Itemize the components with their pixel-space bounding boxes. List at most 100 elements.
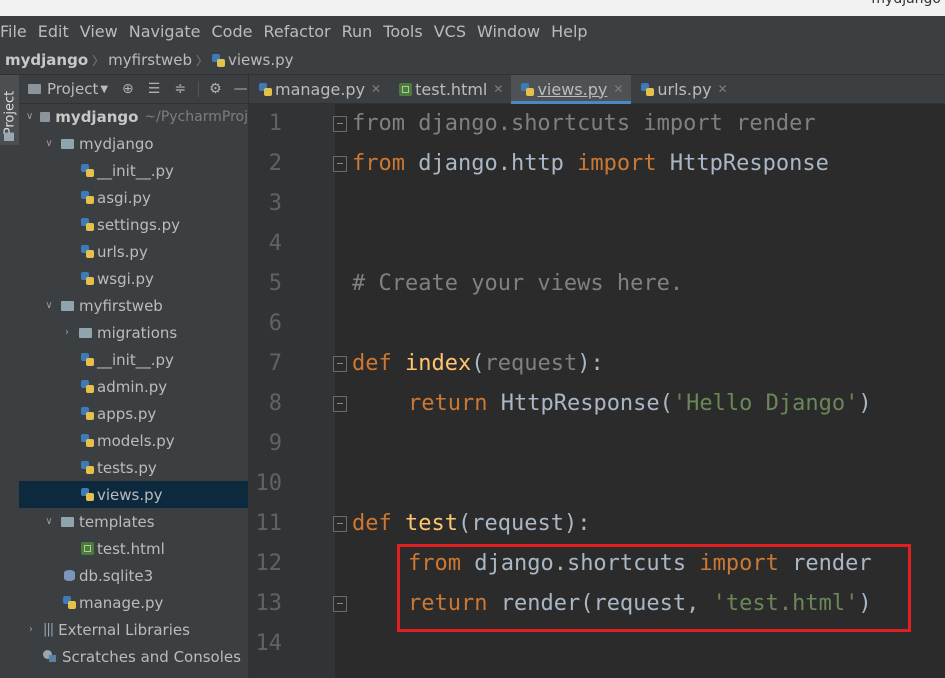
code-line: 4 (249, 224, 945, 264)
tree-folder-label: migrations (97, 323, 178, 342)
code-token: ): (577, 351, 604, 376)
code-token: def (352, 511, 392, 536)
tree-file[interactable]: urls.py (19, 238, 248, 265)
python-file-icon (81, 461, 94, 474)
menu-navigate[interactable]: Navigate (129, 22, 207, 41)
collapse-all-icon[interactable]: ≑ (174, 81, 186, 97)
tab-test-html[interactable]: test.html ✕ (389, 75, 511, 103)
breadcrumb-project[interactable]: mydjango (5, 51, 88, 69)
breadcrumb-folder[interactable]: myfirstweb (108, 51, 192, 69)
tree-file[interactable]: __init__.py (19, 346, 248, 373)
tree-file[interactable]: asgi.py (19, 184, 248, 211)
tree-root-mydjango[interactable]: ∨ mydjango ~/PycharmProj (19, 103, 248, 130)
window-titlebar: mydjango (0, 0, 945, 16)
chevron-down-icon[interactable]: ∨ (25, 111, 34, 122)
tree-folder-migrations[interactable]: › migrations (19, 319, 248, 346)
fold-icon[interactable] (333, 516, 347, 532)
folder-icon (61, 300, 74, 311)
project-view-selector[interactable]: Project (47, 80, 98, 98)
tab-manage-py[interactable]: manage.py ✕ (249, 75, 389, 103)
tab-label: views.py (537, 79, 608, 99)
tab-label: test.html (415, 79, 488, 99)
chevron-down-icon[interactable]: ∨ (43, 138, 55, 149)
code-line: 8 return HttpResponse('Hello Django') (249, 384, 945, 424)
code-token: from (352, 151, 405, 176)
code-text: def test(request): (352, 504, 590, 544)
chevron-right-icon: 〉 (195, 53, 208, 68)
code-token: HttpResponse (656, 151, 829, 176)
code-text: def index(request): (352, 344, 604, 384)
menu-view[interactable]: View (80, 22, 124, 41)
fold-icon[interactable] (333, 116, 347, 132)
tree-file[interactable]: settings.py (19, 211, 248, 238)
menu-code[interactable]: Code (212, 22, 259, 41)
fold-icon[interactable] (333, 356, 347, 372)
tree-folder-templates[interactable]: ∨ templates (19, 508, 248, 535)
html-file-icon (399, 82, 413, 96)
line-number: 13 (255, 591, 283, 616)
python-file-icon (81, 353, 94, 366)
menu-file[interactable]: File (0, 22, 33, 41)
code-editor[interactable]: 1 from django.shortcuts import render 2 … (249, 104, 945, 678)
minimize-icon[interactable]: — (234, 81, 248, 97)
tab-views-py[interactable]: views.py ✕ (511, 75, 632, 104)
tree-file[interactable]: manage.py (19, 589, 248, 616)
tree-scratches[interactable]: Scratches and Consoles (19, 643, 248, 670)
menu-refactor[interactable]: Refactor (263, 22, 336, 41)
tree-file[interactable]: admin.py (19, 373, 248, 400)
chevron-down-icon[interactable]: ∨ (43, 300, 55, 311)
tree-file[interactable]: tests.py (19, 454, 248, 481)
tree-file[interactable]: db.sqlite3 (19, 562, 248, 589)
tree-file-label: tests.py (97, 458, 157, 477)
expand-all-icon[interactable]: ☰ (148, 81, 161, 97)
fold-icon[interactable] (333, 396, 347, 412)
tree-file[interactable]: __init__.py (19, 157, 248, 184)
tree-file[interactable]: wsgi.py (19, 265, 248, 292)
line-number: 12 (255, 551, 283, 576)
menu-vcs[interactable]: VCS (434, 22, 472, 41)
tab-urls-py[interactable]: urls.py ✕ (631, 75, 735, 103)
chevron-right-icon[interactable]: › (25, 624, 37, 635)
folder-icon (79, 327, 92, 338)
breadcrumb-file[interactable]: views.py (212, 51, 294, 69)
tree-folder-myfirstweb[interactable]: ∨ myfirstweb (19, 292, 248, 319)
close-icon[interactable]: ✕ (371, 82, 381, 96)
locate-icon[interactable]: ⊕ (122, 81, 134, 97)
menu-window[interactable]: Window (477, 22, 546, 41)
code-text: return HttpResponse('Hello Django') (408, 384, 872, 424)
tree-file[interactable]: test.html (19, 535, 248, 562)
chevron-right-icon[interactable]: › (61, 327, 73, 338)
tree-file-label: admin.py (97, 377, 168, 396)
code-token: from (352, 111, 405, 136)
code-comment: # Create your views here. (352, 271, 684, 296)
menu-help[interactable]: Help (551, 22, 593, 41)
database-file-icon (63, 569, 76, 582)
close-icon[interactable]: ✕ (718, 82, 728, 96)
chevron-down-icon[interactable]: ∨ (43, 516, 55, 527)
tree-root-label: mydjango (55, 107, 139, 126)
close-icon[interactable]: ✕ (613, 82, 623, 96)
code-text: from django.shortcuts import render (352, 104, 816, 144)
chevron-down-icon[interactable]: ▼ (100, 84, 108, 95)
menu-edit[interactable]: Edit (38, 22, 75, 41)
tree-file[interactable]: apps.py (19, 400, 248, 427)
project-panel: Project ▼ ⊕ ☰ ≑ ⚙ — ∨ mydjango ~/Pycharm… (19, 75, 249, 678)
close-icon[interactable]: ✕ (493, 82, 503, 96)
python-file-icon (81, 164, 94, 177)
tree-folder-mydjango[interactable]: ∨ mydjango (19, 130, 248, 157)
scratches-icon (43, 650, 57, 663)
python-file-icon (81, 488, 94, 501)
menu-tools[interactable]: Tools (383, 22, 428, 41)
gear-icon[interactable]: ⚙ (209, 81, 222, 97)
tree-external-libraries[interactable]: › ||| External Libraries (19, 616, 248, 643)
project-tool-tab[interactable]: Project (0, 75, 19, 145)
tree-file[interactable]: models.py (19, 427, 248, 454)
tree-file-selected[interactable]: views.py (19, 481, 248, 508)
line-number: 6 (268, 311, 282, 336)
menu-run[interactable]: Run (342, 22, 379, 41)
line-number: 14 (255, 631, 283, 656)
fold-icon[interactable] (333, 596, 347, 612)
fold-icon[interactable] (333, 156, 347, 172)
